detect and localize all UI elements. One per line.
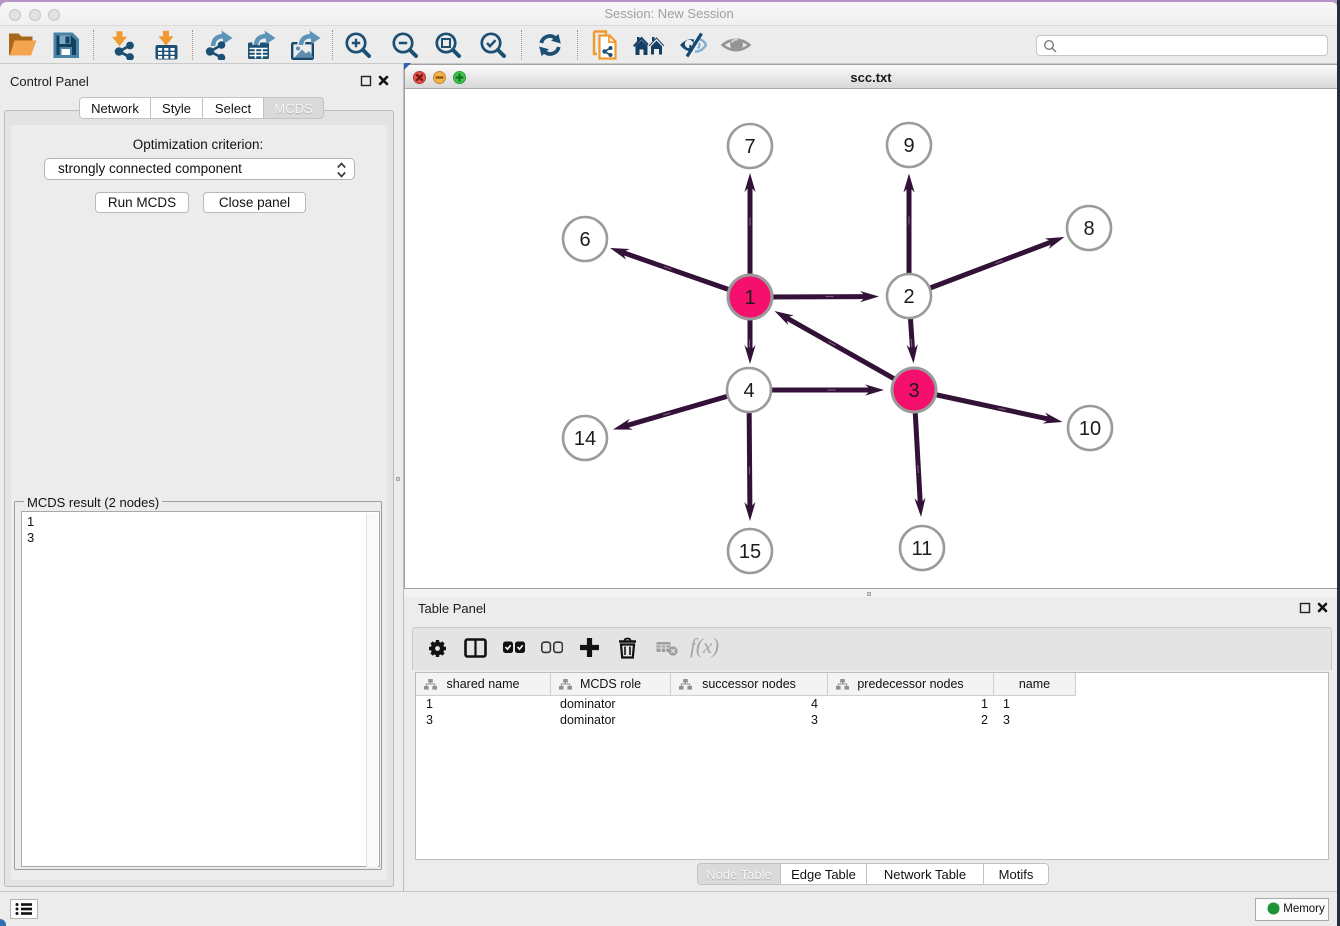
svg-text:3: 3 (908, 380, 919, 402)
svg-text:7: 7 (744, 136, 755, 158)
svg-text:8: 8 (1083, 218, 1094, 240)
svg-text:1: 1 (744, 287, 755, 309)
svg-text:2: 2 (903, 286, 914, 308)
svg-text:4: 4 (743, 380, 754, 402)
svg-text:14: 14 (574, 428, 596, 450)
svg-text:10: 10 (1079, 418, 1101, 440)
svg-text:9: 9 (903, 135, 914, 157)
svg-text:6: 6 (579, 229, 590, 251)
svg-text:11: 11 (912, 538, 933, 560)
svg-text:15: 15 (739, 541, 761, 563)
